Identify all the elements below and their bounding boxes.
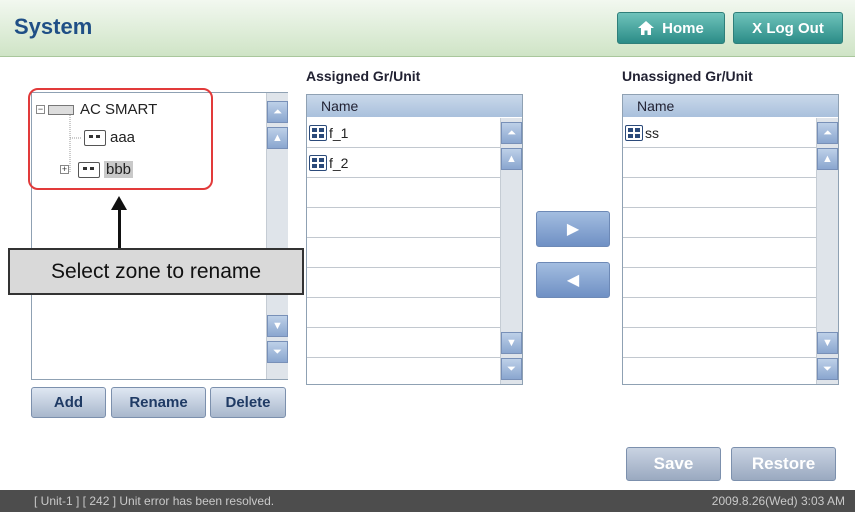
move-right-button[interactable]: ▶ (536, 211, 610, 247)
list-item[interactable] (307, 178, 522, 208)
scroll-up-icon[interactable]: ▲ (817, 148, 838, 170)
move-left-button[interactable]: ◀ (536, 262, 610, 298)
home-button[interactable]: Home (617, 12, 725, 44)
list-item[interactable] (623, 298, 838, 328)
list-item[interactable] (623, 328, 838, 358)
unassigned-list[interactable]: Name ss ⏶ ▲ ▼ ⏷ (622, 94, 839, 385)
status-datetime: 2009.8.26(Wed) 3:03 AM (711, 494, 845, 508)
list-item-label: f_2 (329, 154, 349, 171)
assigned-scrollbar[interactable]: ⏶ ▲ ▼ ⏷ (500, 118, 522, 384)
list-item[interactable]: f_1 (307, 118, 522, 148)
assigned-title: Assigned Gr/Unit (306, 68, 421, 84)
scroll-bottom-icon[interactable]: ⏷ (267, 341, 288, 363)
scroll-top-icon[interactable]: ⏶ (267, 101, 288, 123)
list-item[interactable] (307, 238, 522, 268)
status-bar: [ Unit-1 ] [ 242 ] Unit error has been r… (0, 490, 855, 512)
home-label: Home (662, 19, 704, 37)
tree-scrollbar[interactable]: ⏶ ▲ ▼ ⏷ (266, 93, 288, 379)
scroll-up-icon[interactable]: ▲ (501, 148, 522, 170)
assigned-list[interactable]: Name f_1 f_2 ⏶ ▲ ▼ ⏷ (306, 94, 523, 385)
list-item[interactable] (623, 238, 838, 268)
page-title: System (14, 14, 93, 39)
list-item[interactable]: ss (623, 118, 838, 148)
assigned-column-header: Name (307, 95, 522, 117)
list-item[interactable] (623, 178, 838, 208)
home-icon (638, 21, 655, 35)
scroll-top-icon[interactable]: ⏶ (501, 122, 522, 144)
rename-button[interactable]: Rename (111, 387, 206, 418)
list-item[interactable] (307, 298, 522, 328)
scroll-bottom-icon[interactable]: ⏷ (817, 358, 838, 380)
unassigned-scrollbar[interactable]: ⏶ ▲ ▼ ⏷ (816, 118, 838, 384)
arrow-left-icon: ◀ (566, 272, 580, 289)
scroll-top-icon[interactable]: ⏶ (817, 122, 838, 144)
logout-button[interactable]: X Log Out (733, 12, 843, 44)
scroll-bottom-icon[interactable]: ⏷ (501, 358, 522, 380)
scroll-down-icon[interactable]: ▼ (501, 332, 522, 354)
unassigned-column-header: Name (623, 95, 838, 117)
list-item[interactable]: f_2 (307, 148, 522, 178)
list-item[interactable] (307, 328, 522, 358)
delete-button[interactable]: Delete (210, 387, 286, 418)
add-button[interactable]: Add (31, 387, 106, 418)
callout-label: Select zone to rename (8, 248, 304, 295)
list-item[interactable] (307, 208, 522, 238)
scroll-down-icon[interactable]: ▼ (817, 332, 838, 354)
list-item[interactable] (623, 208, 838, 238)
status-message: [ Unit-1 ] [ 242 ] Unit error has been r… (34, 494, 275, 508)
unit-icon (309, 154, 327, 171)
scroll-down-icon[interactable]: ▼ (267, 315, 288, 337)
list-item-label: f_1 (329, 124, 349, 141)
save-button[interactable]: Save (626, 447, 721, 481)
restore-button[interactable]: Restore (731, 447, 836, 481)
unit-icon (625, 124, 643, 141)
arrow-up-icon (111, 196, 127, 210)
scroll-up-icon[interactable]: ▲ (267, 127, 288, 149)
list-item[interactable] (623, 148, 838, 178)
list-item-label: ss (645, 124, 659, 141)
list-item[interactable] (623, 268, 838, 298)
arrow-right-icon: ▶ (566, 221, 580, 238)
unit-icon (309, 124, 327, 141)
title-bar: System Home X Log Out (0, 0, 855, 57)
unassigned-title: Unassigned Gr/Unit (622, 68, 753, 84)
highlight-box (28, 88, 213, 190)
list-item[interactable] (307, 268, 522, 298)
